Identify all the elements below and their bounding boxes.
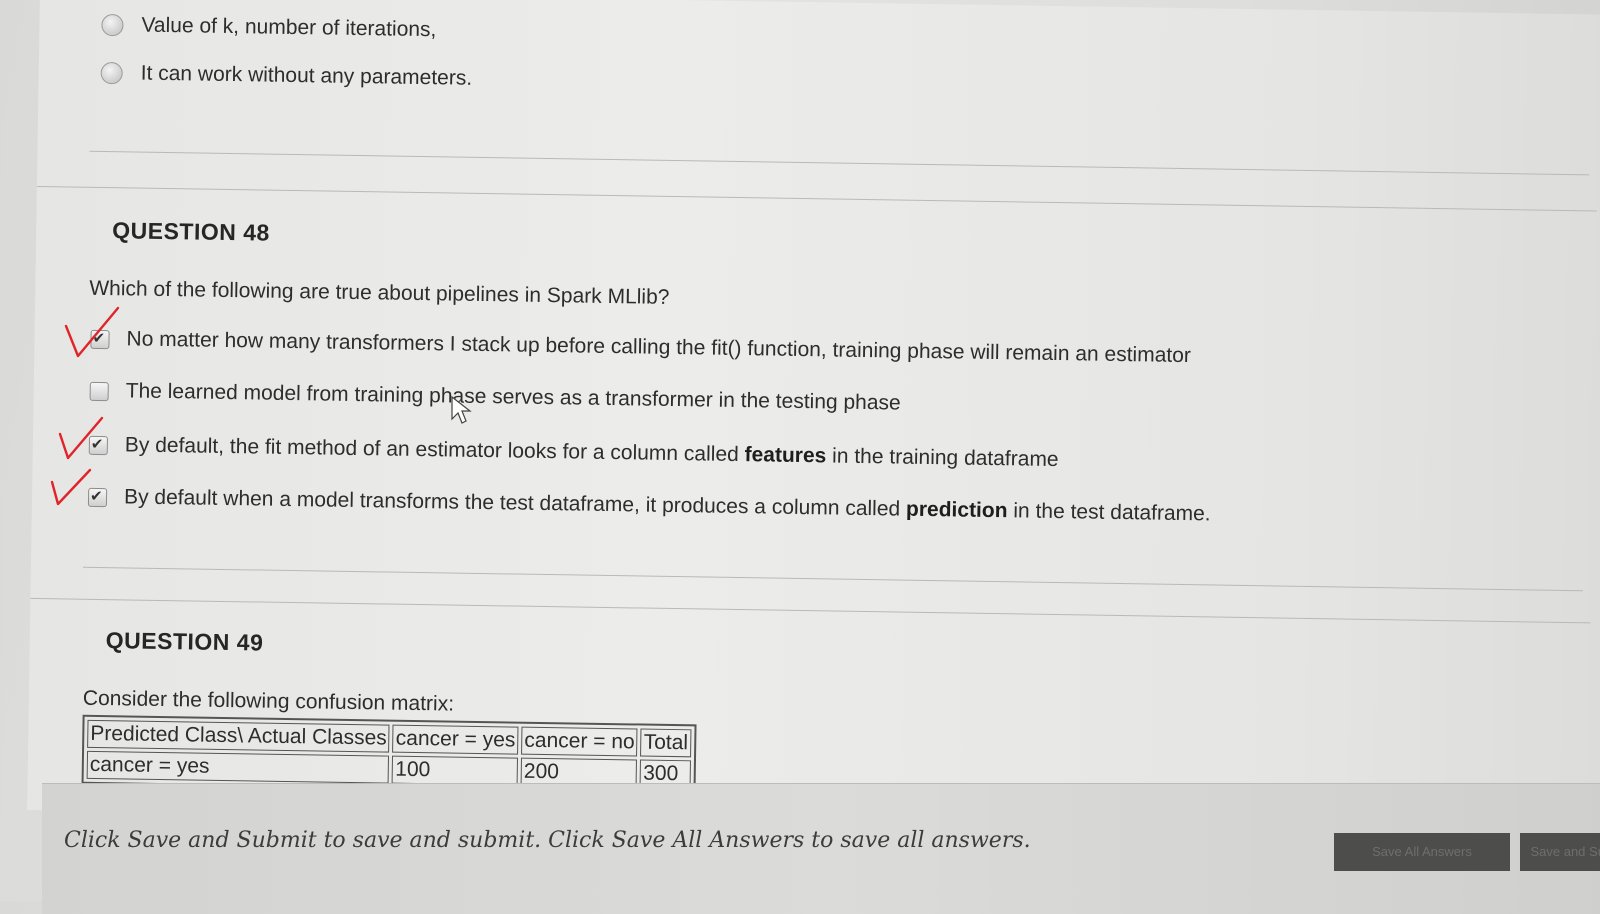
question-separator bbox=[36, 185, 1597, 212]
footer-instruction: Click Save and Submit to save and submit… bbox=[64, 828, 1031, 853]
prev-option-1[interactable]: Value of k, number of iterations, bbox=[101, 13, 437, 42]
table-header: Total bbox=[640, 728, 692, 758]
confusion-matrix-table: Predicted Class\ Actual Classes cancer =… bbox=[81, 714, 697, 794]
checkbox-checked[interactable] bbox=[87, 487, 108, 507]
q48-option-3-label: By default, the fit method of an estimat… bbox=[124, 433, 1059, 472]
mouse-cursor-icon bbox=[451, 395, 472, 424]
question-48-title: QUESTION 48 bbox=[112, 217, 271, 246]
save-all-answers-button[interactable]: Save All Answers bbox=[1334, 833, 1510, 871]
divider bbox=[82, 566, 1583, 592]
keyword-prediction: prediction bbox=[905, 497, 1008, 523]
question-sheet: Value of k, number of iterations, It can… bbox=[27, 0, 1600, 835]
table-header: cancer = yes bbox=[392, 724, 519, 755]
footer-bar: Click Save and Submit to save and submit… bbox=[42, 783, 1600, 914]
prev-option-1-label: Value of k, number of iterations, bbox=[141, 13, 437, 42]
radio-button[interactable] bbox=[101, 13, 124, 37]
table-header: Predicted Class\ Actual Classes bbox=[87, 719, 390, 753]
q48-option-1[interactable]: No matter how many transformers I stack … bbox=[90, 327, 1191, 368]
table-cell: 100 bbox=[392, 755, 519, 786]
keyword-features: features bbox=[744, 443, 827, 468]
table-header: cancer = no bbox=[521, 726, 638, 757]
save-and-submit-button[interactable]: Save and Submit bbox=[1520, 833, 1600, 871]
quiz-page: Value of k, number of iterations, It can… bbox=[0, 0, 1600, 914]
prev-option-2-label: It can work without any parameters. bbox=[140, 61, 473, 90]
checkbox-unchecked[interactable] bbox=[89, 381, 109, 401]
divider bbox=[89, 150, 1590, 176]
question-49-title: QUESTION 49 bbox=[105, 627, 264, 656]
q48-option-3[interactable]: By default, the fit method of an estimat… bbox=[88, 433, 1059, 472]
question-48-text: Which of the following are true about pi… bbox=[89, 276, 670, 309]
q48-option-2-label: The learned model from training phase se… bbox=[125, 379, 901, 415]
q48-option-4-label: By default when a model transforms the t… bbox=[123, 485, 1211, 526]
checkbox-checked[interactable] bbox=[88, 435, 109, 455]
q48-option-1-label: No matter how many transformers I stack … bbox=[126, 327, 1192, 368]
q48-option-4[interactable]: By default when a model transforms the t… bbox=[87, 485, 1211, 527]
question-separator bbox=[30, 597, 1591, 624]
radio-button[interactable] bbox=[100, 61, 123, 85]
prev-option-2[interactable]: It can work without any parameters. bbox=[100, 61, 473, 91]
table-cell: cancer = yes bbox=[86, 750, 390, 784]
checkbox-checked[interactable] bbox=[90, 329, 110, 349]
question-49-text: Consider the following confusion matrix: bbox=[82, 686, 455, 716]
q48-option-2[interactable]: The learned model from training phase se… bbox=[89, 379, 901, 416]
